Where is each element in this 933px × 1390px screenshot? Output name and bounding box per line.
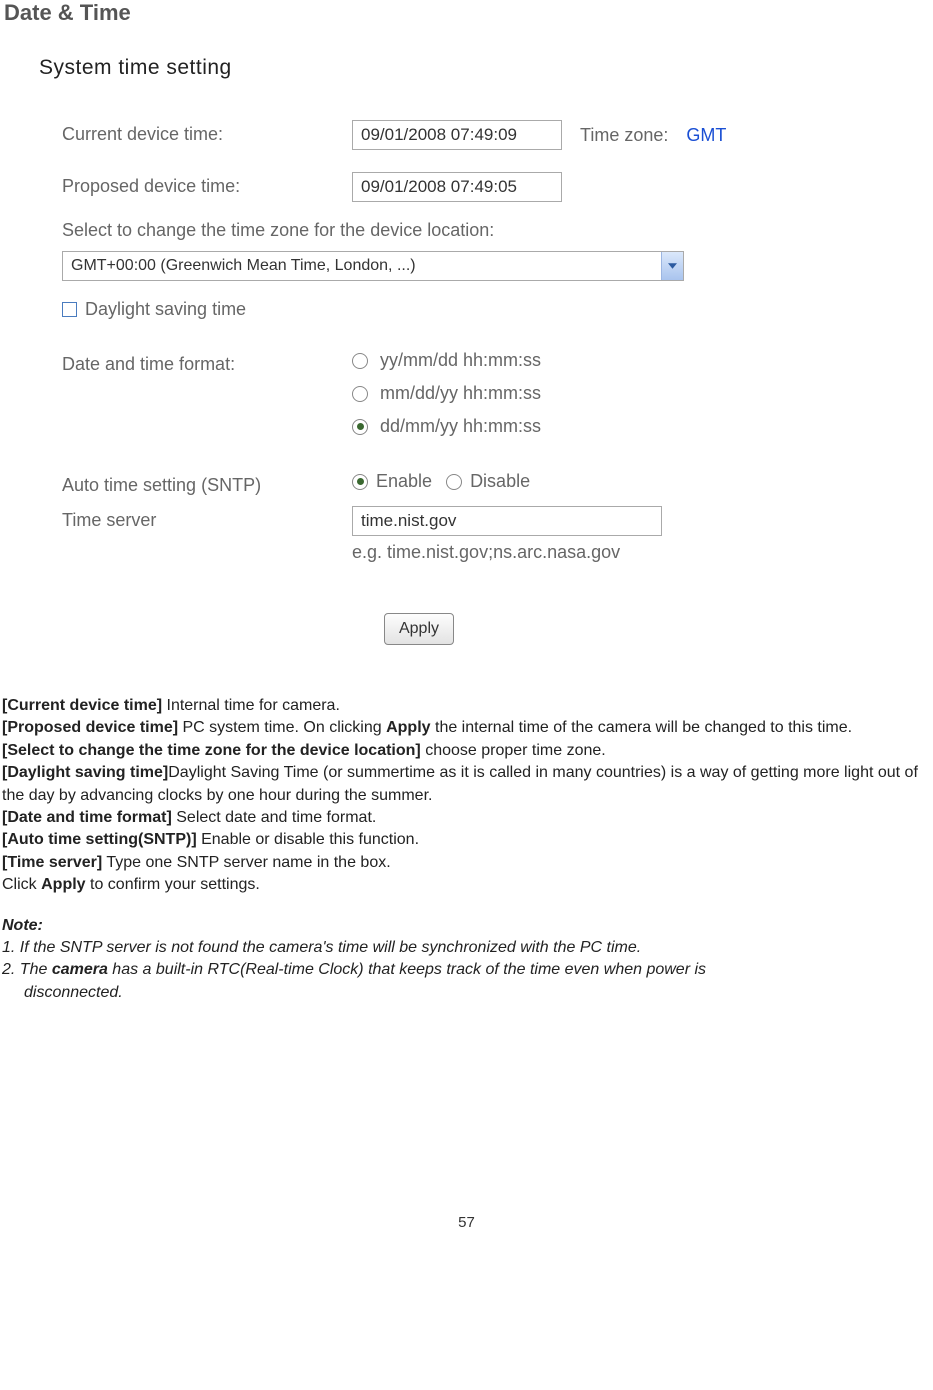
desc-server-text: Type one SNTP server name in the box. — [102, 854, 390, 871]
timezone-select-value: GMT+00:00 (Greenwich Mean Time, London, … — [71, 257, 416, 275]
daylight-saving-checkbox[interactable] — [62, 302, 77, 317]
panel-heading: System time setting — [39, 56, 871, 80]
desc-server-key: [Time server] — [2, 854, 102, 871]
desc-sntp-key: [Auto time setting(SNTP)] — [2, 831, 197, 848]
page-number: 57 — [2, 1214, 931, 1231]
format-radio-dd-mm-yy[interactable] — [352, 419, 368, 435]
desc-proposed-text-a: PC system time. On clicking — [178, 719, 386, 736]
timezone-label: Time zone: — [580, 125, 668, 146]
note-heading: Note: — [2, 915, 931, 937]
system-time-panel: System time setting Current device time:… — [27, 56, 871, 665]
desc-click-apply-a: Click — [2, 876, 41, 893]
desc-current-key: [Current device time] — [2, 697, 162, 714]
daylight-saving-label: Daylight saving time — [85, 299, 246, 320]
time-server-example: e.g. time.nist.gov;ns.arc.nasa.gov — [352, 542, 871, 563]
desc-click-apply-c: to confirm your settings. — [86, 876, 260, 893]
note-line-2a: 2. The — [2, 961, 52, 978]
desc-format-key: [Date and time format] — [2, 809, 172, 826]
current-device-time-input[interactable] — [352, 120, 562, 150]
select-timezone-label: Select to change the time zone for the d… — [62, 220, 871, 241]
desc-sntp-text: Enable or disable this function. — [197, 831, 419, 848]
sntp-enable-radio[interactable] — [352, 474, 368, 490]
desc-proposed-apply: Apply — [386, 719, 430, 736]
format-radio-mm-dd-yy[interactable] — [352, 386, 368, 402]
format-option-1: mm/dd/yy hh:mm:ss — [380, 383, 541, 404]
time-server-input[interactable] — [352, 506, 662, 536]
sntp-label: Auto time setting (SNTP) — [62, 471, 352, 496]
current-device-time-label: Current device time: — [62, 120, 352, 145]
note-line-1: 1. If the SNTP server is not found the c… — [2, 937, 931, 959]
desc-current-text: Internal time for camera. — [162, 697, 340, 714]
format-option-2: dd/mm/yy hh:mm:ss — [380, 416, 541, 437]
sntp-enable-label: Enable — [376, 471, 432, 492]
desc-format-text: Select date and time format. — [172, 809, 377, 826]
note-line-2b: camera — [52, 961, 108, 978]
desc-proposed-text-b: the internal time of the camera will be … — [431, 719, 853, 736]
note-block: Note: 1. If the SNTP server is not found… — [2, 915, 931, 1005]
proposed-device-time-input[interactable] — [352, 172, 562, 202]
timezone-select[interactable]: GMT+00:00 (Greenwich Mean Time, London, … — [62, 251, 684, 281]
page-title: Date & Time — [4, 0, 931, 26]
desc-click-apply-b: Apply — [41, 876, 85, 893]
sntp-disable-radio[interactable] — [446, 474, 462, 490]
timezone-value[interactable]: GMT — [686, 125, 726, 146]
apply-button[interactable]: Apply — [384, 613, 454, 645]
proposed-device-time-label: Proposed device time: — [62, 172, 352, 197]
date-time-format-label: Date and time format: — [62, 350, 352, 375]
sntp-disable-label: Disable — [470, 471, 530, 492]
format-radio-yy-mm-dd[interactable] — [352, 353, 368, 369]
note-line-2d: disconnected. — [2, 982, 931, 1004]
description-block: [Current device time] Internal time for … — [2, 695, 931, 897]
desc-tz-text: choose proper time zone. — [421, 742, 606, 759]
desc-dst-key: [Daylight saving time] — [2, 764, 168, 781]
chevron-down-icon — [661, 252, 683, 280]
desc-proposed-key: [Proposed device time] — [2, 719, 178, 736]
format-option-0: yy/mm/dd hh:mm:ss — [380, 350, 541, 371]
note-line-2c: has a built-in RTC(Real-time Clock) that… — [108, 961, 706, 978]
time-server-label: Time server — [62, 506, 352, 531]
desc-tz-key: [Select to change the time zone for the … — [2, 742, 421, 759]
